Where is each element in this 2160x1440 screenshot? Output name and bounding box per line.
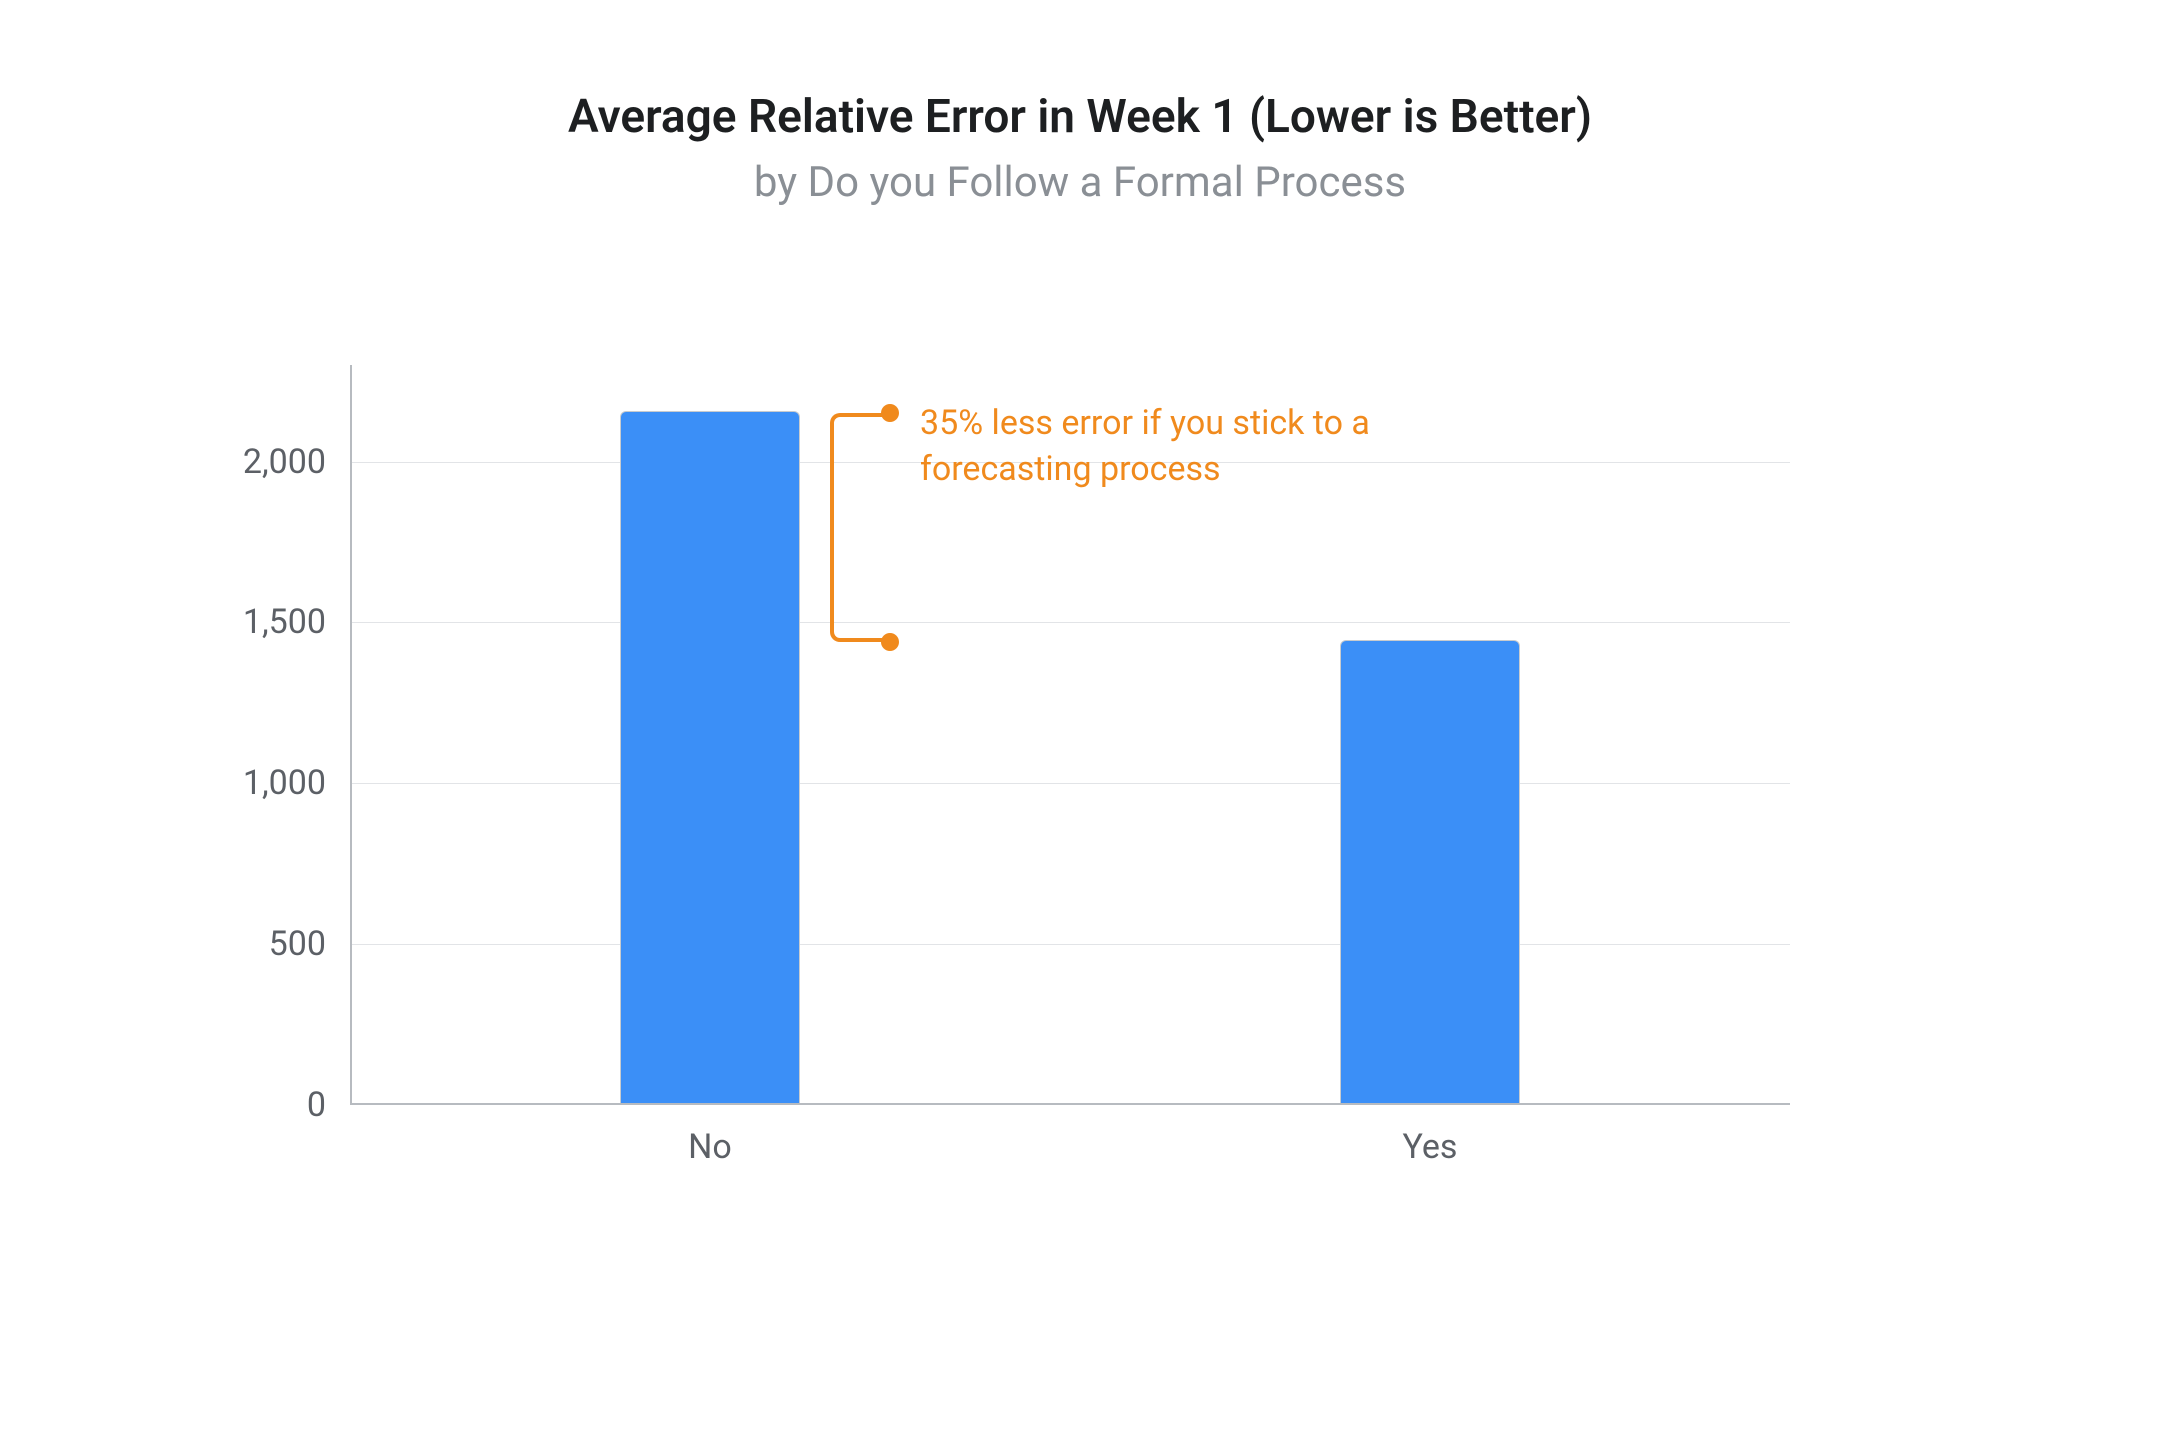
gridline bbox=[352, 783, 1790, 784]
y-tick-label: 2,000 bbox=[243, 442, 326, 482]
y-tick-label: 1,500 bbox=[243, 602, 326, 642]
plot-area: 05001,0001,5002,000NoYes35% less error i… bbox=[350, 365, 1790, 1105]
y-tick-label: 1,000 bbox=[243, 763, 326, 803]
bar bbox=[620, 411, 800, 1103]
x-axis-line bbox=[350, 1103, 1790, 1105]
annotation-dot bbox=[881, 404, 899, 422]
y-tick-label: 0 bbox=[307, 1085, 326, 1125]
chart-title: Average Relative Error in Week 1 (Lower … bbox=[0, 90, 2160, 144]
chart-container: Average Relative Error in Week 1 (Lower … bbox=[0, 0, 2160, 1440]
gridline bbox=[352, 944, 1790, 945]
gridline bbox=[352, 622, 1790, 623]
x-tick-label: Yes bbox=[1403, 1127, 1458, 1167]
x-tick-label: No bbox=[688, 1127, 732, 1167]
bar bbox=[1340, 640, 1520, 1103]
annotation-bracket bbox=[830, 413, 890, 641]
y-tick-label: 500 bbox=[269, 924, 326, 964]
chart-subtitle: by Do you Follow a Formal Process bbox=[0, 158, 2160, 207]
y-axis-line bbox=[350, 365, 352, 1105]
annotation-text: 35% less error if you stick to a forecas… bbox=[920, 401, 1440, 493]
annotation-dot bbox=[881, 633, 899, 651]
chart-header: Average Relative Error in Week 1 (Lower … bbox=[0, 90, 2160, 207]
